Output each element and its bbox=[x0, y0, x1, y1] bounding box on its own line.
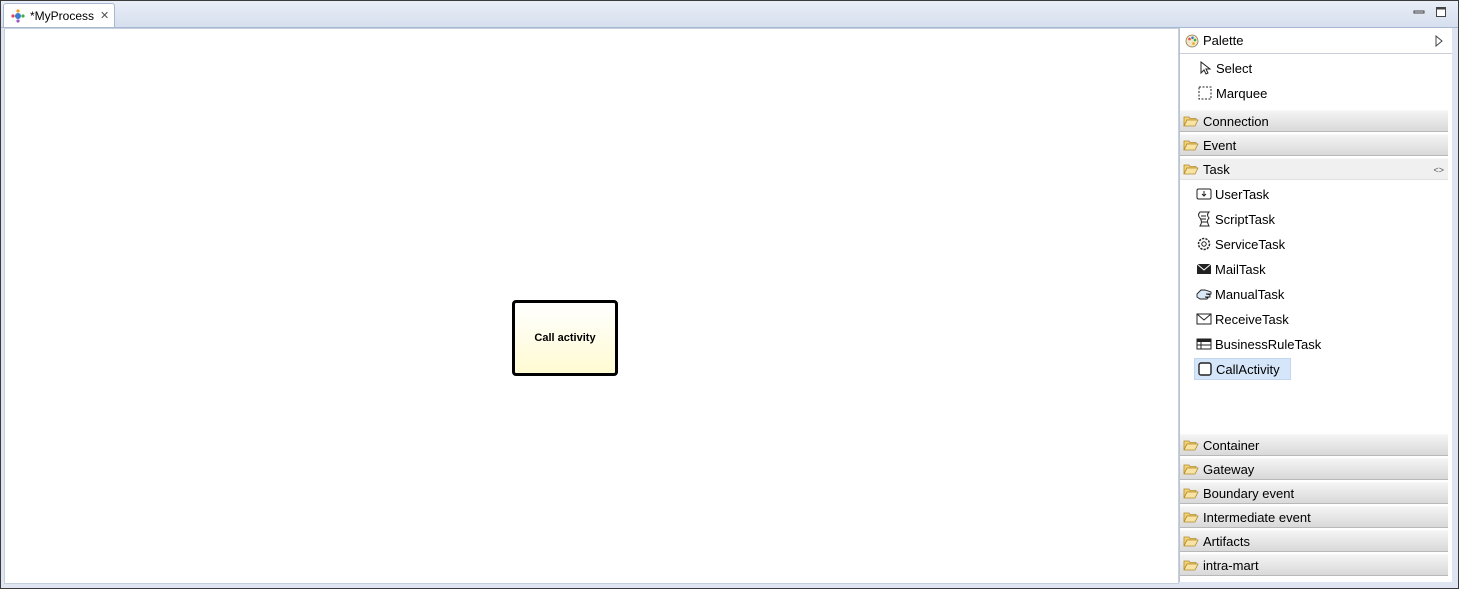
palette-entry-receivetask[interactable]: ReceiveTask bbox=[1194, 308, 1299, 330]
manual-task-icon bbox=[1196, 286, 1212, 302]
entry-label: ServiceTask bbox=[1215, 236, 1286, 252]
folder-open-icon bbox=[1183, 560, 1199, 571]
drawer-label: Container bbox=[1203, 437, 1260, 453]
process-icon bbox=[11, 8, 25, 23]
minimize-icon[interactable] bbox=[1412, 5, 1426, 19]
palette-entry-mailtask[interactable]: MailTask bbox=[1194, 258, 1276, 280]
palette-header[interactable]: Palette bbox=[1180, 28, 1452, 54]
pin-drawer-icon[interactable]: <> bbox=[1433, 165, 1444, 175]
tab-title: *MyProcess bbox=[30, 8, 95, 23]
entry-label: ScriptTask bbox=[1215, 211, 1275, 227]
call-activity-label: Call activity bbox=[534, 332, 596, 344]
marquee-icon bbox=[1198, 86, 1212, 100]
entry-label: MailTask bbox=[1215, 261, 1266, 277]
drawer-boundary-event[interactable]: Boundary event bbox=[1180, 482, 1448, 504]
close-icon[interactable]: ✕ bbox=[100, 9, 109, 22]
drawer-label: Boundary event bbox=[1203, 485, 1295, 501]
maximize-icon[interactable] bbox=[1434, 5, 1448, 19]
drawer-intermediate-event[interactable]: Intermediate event bbox=[1180, 506, 1448, 528]
entry-label: BusinessRuleTask bbox=[1215, 336, 1322, 352]
folder-open-icon bbox=[1183, 464, 1199, 475]
drawer-label: Task bbox=[1203, 161, 1230, 177]
drawer-label: Event bbox=[1203, 137, 1237, 153]
call-activity-node[interactable]: Call activity bbox=[512, 300, 618, 376]
receive-task-icon bbox=[1196, 311, 1212, 327]
palette-panel: Palette Select Marquee Connection Event … bbox=[1179, 28, 1452, 582]
palette-entry-usertask[interactable]: UserTask bbox=[1194, 183, 1279, 205]
entry-label: UserTask bbox=[1215, 186, 1270, 202]
tool-label: Marquee bbox=[1216, 85, 1268, 101]
palette-entry-callactivity[interactable]: CallActivity bbox=[1194, 358, 1291, 380]
business-rule-task-icon bbox=[1196, 336, 1212, 352]
tool-select[interactable]: Select bbox=[1198, 57, 1252, 79]
tab-myprocess[interactable]: *MyProcess ✕ bbox=[3, 3, 115, 27]
drawer-artifacts[interactable]: Artifacts bbox=[1180, 530, 1448, 552]
drawer-label: Gateway bbox=[1203, 461, 1255, 477]
folder-open-icon bbox=[1183, 536, 1199, 547]
drawer-container[interactable]: Container bbox=[1180, 434, 1448, 456]
mail-task-icon bbox=[1196, 261, 1212, 277]
palette-entry-scripttask[interactable]: ScriptTask bbox=[1194, 208, 1285, 230]
drawer-label: Connection bbox=[1203, 113, 1269, 129]
drawer-label: intra-mart bbox=[1203, 557, 1259, 573]
user-task-icon bbox=[1196, 186, 1212, 202]
tool-label: Select bbox=[1216, 60, 1253, 76]
folder-open-icon bbox=[1183, 140, 1199, 151]
folder-open-icon bbox=[1183, 116, 1199, 127]
palette-entry-manualtask[interactable]: ManualTask bbox=[1194, 283, 1294, 305]
drawer-gateway[interactable]: Gateway bbox=[1180, 458, 1448, 480]
drawer-intra-mart[interactable]: intra-mart bbox=[1180, 554, 1448, 576]
palette-entry-businessruletask[interactable]: BusinessRuleTask bbox=[1194, 333, 1331, 355]
folder-open-icon bbox=[1183, 488, 1199, 499]
editor-tab-bar: *MyProcess ✕ bbox=[1, 1, 1458, 28]
folder-open-icon bbox=[1183, 512, 1199, 523]
folder-open-icon bbox=[1183, 440, 1199, 451]
drawer-task[interactable]: Task <> bbox=[1180, 158, 1448, 180]
call-activity-icon bbox=[1197, 361, 1213, 377]
drawer-label: Artifacts bbox=[1203, 533, 1250, 549]
drawer-label: Intermediate event bbox=[1203, 509, 1311, 525]
tool-marquee[interactable]: Marquee bbox=[1198, 82, 1267, 104]
expand-palette-icon[interactable] bbox=[1434, 35, 1444, 47]
entry-label: CallActivity bbox=[1216, 361, 1280, 377]
script-task-icon bbox=[1196, 211, 1212, 227]
drawer-connection[interactable]: Connection bbox=[1180, 110, 1448, 132]
folder-open-icon bbox=[1183, 164, 1199, 175]
entry-label: ReceiveTask bbox=[1215, 311, 1289, 327]
service-task-icon bbox=[1196, 236, 1212, 252]
arrow-pointer-icon bbox=[1198, 61, 1212, 75]
palette-entry-servicetask[interactable]: ServiceTask bbox=[1194, 233, 1295, 255]
palette-title: Palette bbox=[1203, 33, 1244, 48]
diagram-canvas[interactable]: Call activity bbox=[4, 28, 1179, 584]
drawer-event[interactable]: Event bbox=[1180, 134, 1448, 156]
entry-label: ManualTask bbox=[1215, 286, 1285, 302]
palette-icon bbox=[1185, 34, 1199, 47]
